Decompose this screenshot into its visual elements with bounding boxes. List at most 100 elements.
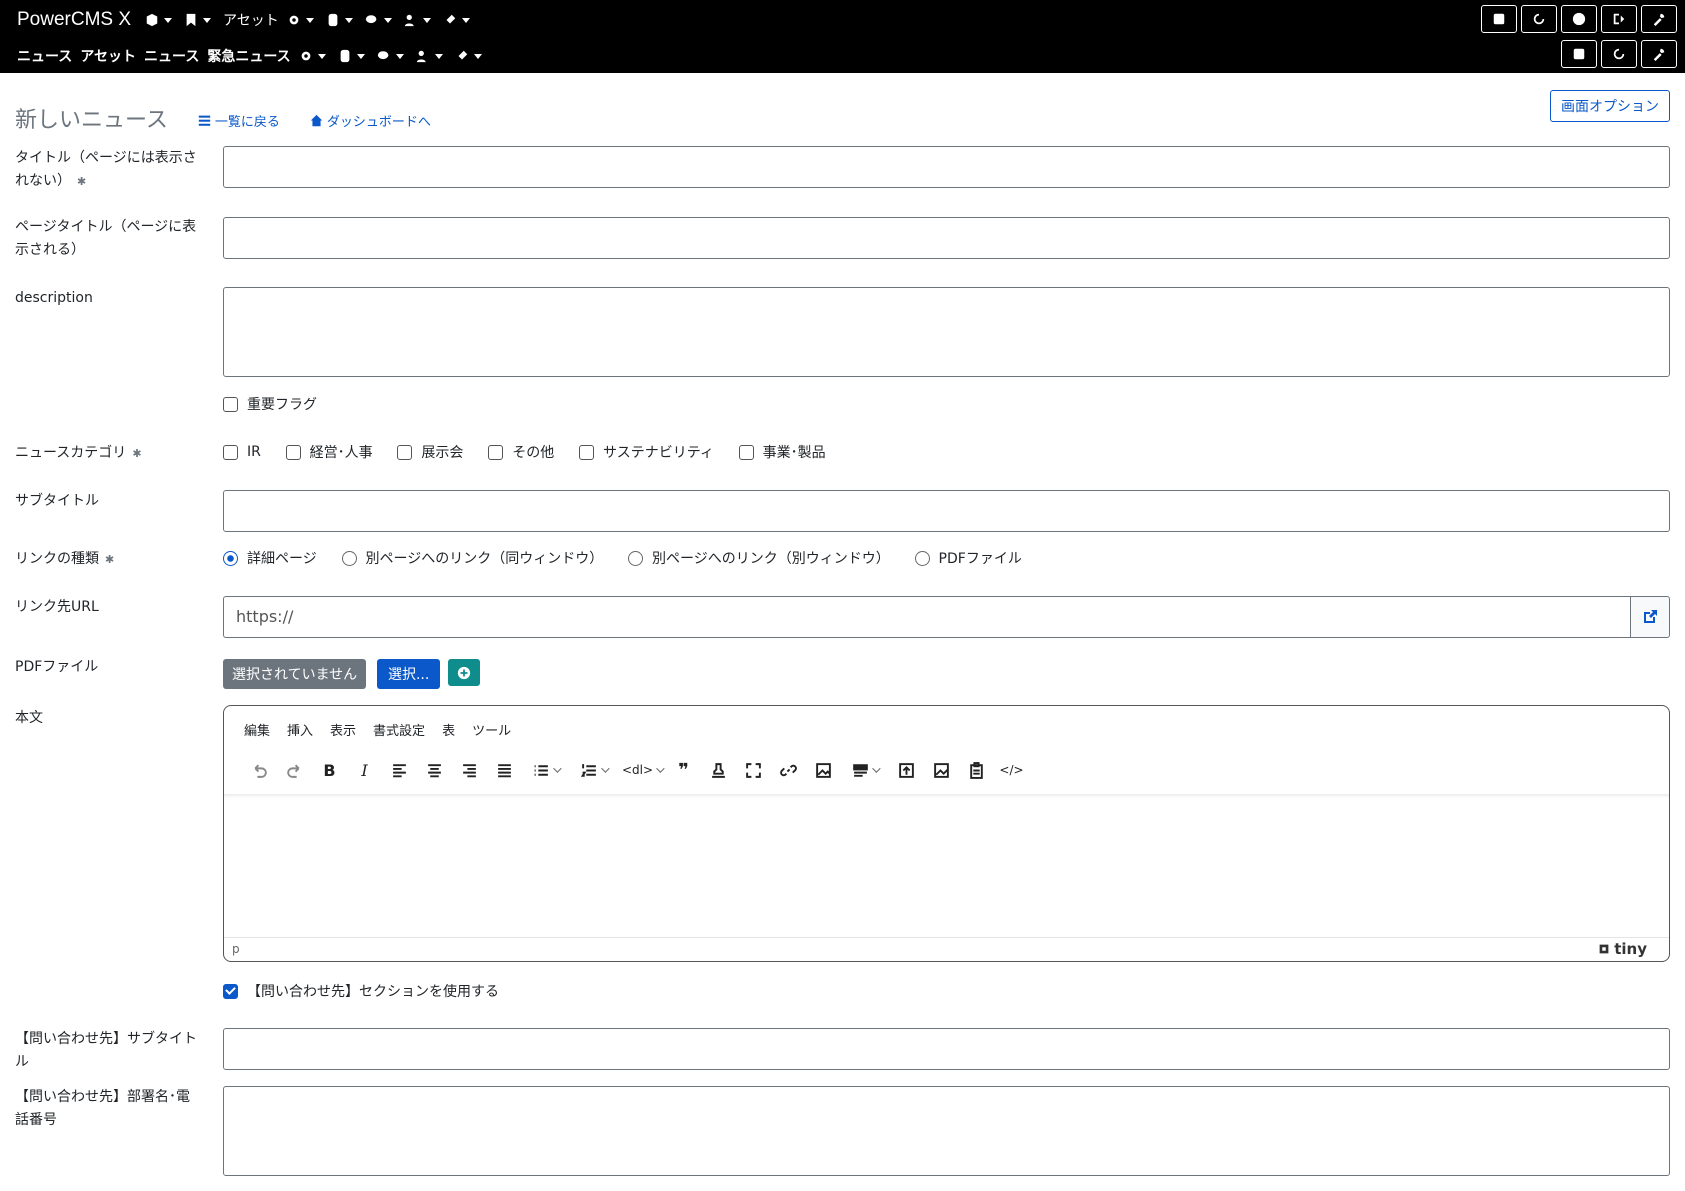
settings-menu-2[interactable] [299, 49, 326, 63]
pdf-add-button[interactable] [448, 659, 481, 686]
category-checkbox-sustainability[interactable]: サステナビリティ [578, 442, 714, 462]
blockquote-button[interactable]: ❞ [666, 757, 701, 783]
settings-menu[interactable] [287, 13, 314, 27]
definition-list-button[interactable]: <dl> [618, 757, 666, 783]
page-title-input[interactable] [223, 217, 1670, 259]
upload-button[interactable] [889, 757, 924, 783]
italic-button[interactable]: I [347, 757, 382, 783]
element-path[interactable]: p [232, 942, 240, 956]
redo-icon [287, 764, 300, 778]
redo-button[interactable] [277, 757, 312, 783]
numbered-list-button[interactable] [570, 757, 618, 783]
stamp-icon [712, 762, 725, 778]
category-checkbox-exhibition[interactable]: 展示会 [397, 442, 463, 462]
link-type-radio-detail[interactable]: 詳細ページ [223, 548, 317, 568]
nav-asset[interactable]: アセット [223, 10, 279, 30]
link-url-input[interactable]: https:// [223, 596, 1630, 638]
important-flag-checkbox[interactable]: 重要フラグ [223, 394, 317, 414]
editor-menu-edit[interactable]: 編集 [244, 720, 270, 739]
users-menu-2[interactable] [416, 49, 443, 63]
comments-menu[interactable] [365, 13, 392, 27]
title-input[interactable] [223, 146, 1670, 188]
nav-asset-2[interactable]: アセット [80, 46, 136, 66]
link-type-option-label: 詳細ページ [247, 551, 317, 567]
editor-content-area[interactable] [224, 794, 1669, 932]
category-checkbox-management[interactable]: 経営･人事 [285, 442, 373, 462]
rebuild-button[interactable] [1521, 5, 1557, 33]
nav-row-secondary: ニュース アセット ニュース 緊急ニュース [17, 45, 494, 67]
editor-menu-view[interactable]: 表示 [330, 720, 356, 739]
list-icon [198, 115, 211, 126]
dashboard-link[interactable]: ダッシュボードへ [310, 111, 431, 130]
pdf-select-button[interactable]: 選択... [376, 659, 441, 689]
view-site-button[interactable] [1481, 5, 1517, 33]
editor-menu-tools[interactable]: ツール [472, 720, 511, 739]
user-profile-button[interactable] [1561, 5, 1597, 33]
pdf-label: PDFファイル [15, 659, 99, 675]
open-link-button[interactable] [1630, 596, 1670, 638]
source-code-button[interactable]: </> [994, 757, 1029, 783]
contact-subtitle-input[interactable] [223, 1028, 1670, 1070]
workspace-tools-button[interactable] [1641, 40, 1677, 68]
category-checkbox-business[interactable]: 事業･製品 [738, 442, 826, 462]
nav-news-workspace[interactable]: ニュース [17, 46, 72, 66]
category-option-label: 事業･製品 [762, 445, 826, 461]
view-workspace-button[interactable] [1561, 40, 1597, 68]
stamp-button[interactable] [701, 757, 736, 783]
chevron-down-icon [395, 53, 404, 59]
link-type-radio-pdf[interactable]: PDFファイル [914, 548, 1022, 568]
screen-options-button[interactable]: 画面オプション [1550, 90, 1670, 122]
bold-button[interactable]: B [312, 757, 347, 783]
brand-logo[interactable]: PowerCMS X [17, 9, 131, 31]
database-menu[interactable] [326, 13, 353, 27]
link-url-label: リンク先URL [15, 599, 99, 615]
chevron-down-icon [601, 764, 610, 773]
media-button[interactable] [841, 757, 889, 783]
rebuild-workspace-button[interactable] [1601, 40, 1637, 68]
undo-button[interactable] [242, 757, 277, 783]
bullet-list-button[interactable] [522, 757, 570, 783]
plugins-menu[interactable] [443, 13, 470, 27]
back-to-list-link[interactable]: 一覧に戻る [198, 111, 280, 130]
editor-menu-insert[interactable]: 挿入 [287, 720, 313, 739]
plugins-menu-2[interactable] [455, 49, 482, 63]
align-justify-button[interactable] [487, 757, 522, 783]
editor-menu-format[interactable]: 書式設定 [373, 720, 425, 739]
chevron-down-icon [383, 17, 392, 23]
plug-icon [444, 14, 456, 26]
nav-news[interactable]: ニュース [144, 46, 199, 66]
insert-image-asset-button[interactable] [924, 757, 959, 783]
subtitle-input[interactable] [223, 490, 1670, 532]
link-button[interactable] [771, 757, 806, 783]
tiny-brand[interactable]: tiny [1597, 940, 1647, 958]
bookmark-menu[interactable] [184, 13, 212, 27]
description-textarea[interactable] [223, 287, 1670, 377]
editor-menu-table[interactable]: 表 [442, 720, 455, 739]
contact-section-checkbox[interactable]: 【問い合わせ先】セクションを使用する [223, 981, 499, 1001]
image-button[interactable] [806, 757, 841, 783]
database-menu-2[interactable] [338, 49, 365, 63]
align-left-button[interactable] [382, 757, 417, 783]
radio-circle [914, 550, 930, 566]
cube-menu[interactable] [145, 13, 173, 27]
comments-menu-2[interactable] [377, 49, 404, 63]
link-type-radio-same-window[interactable]: 別ページへのリンク（同ウィンドウ） [341, 548, 603, 568]
category-checkbox-other[interactable]: その他 [488, 442, 554, 462]
category-checkbox-ir[interactable]: IR [223, 444, 261, 460]
paste-button[interactable] [959, 757, 994, 783]
wrench-icon [1653, 48, 1665, 61]
link-type-radio-new-window[interactable]: 別ページへのリンク（別ウィンドウ） [628, 548, 890, 568]
category-option-label: 展示会 [421, 445, 464, 461]
align-center-button[interactable] [417, 757, 452, 783]
contact-dept-textarea[interactable] [223, 1086, 1670, 1176]
logout-button[interactable] [1601, 5, 1637, 33]
tools-button[interactable] [1641, 5, 1677, 33]
link-icon [780, 764, 797, 776]
align-right-button[interactable] [452, 757, 487, 783]
nav-emergency-news[interactable]: 緊急ニュース [207, 46, 290, 66]
fullscreen-button[interactable] [736, 757, 771, 783]
subtitle-label: サブタイトル [15, 493, 99, 509]
align-left-icon [393, 763, 406, 777]
users-menu[interactable] [404, 13, 431, 27]
bullet-list-icon [534, 764, 548, 776]
